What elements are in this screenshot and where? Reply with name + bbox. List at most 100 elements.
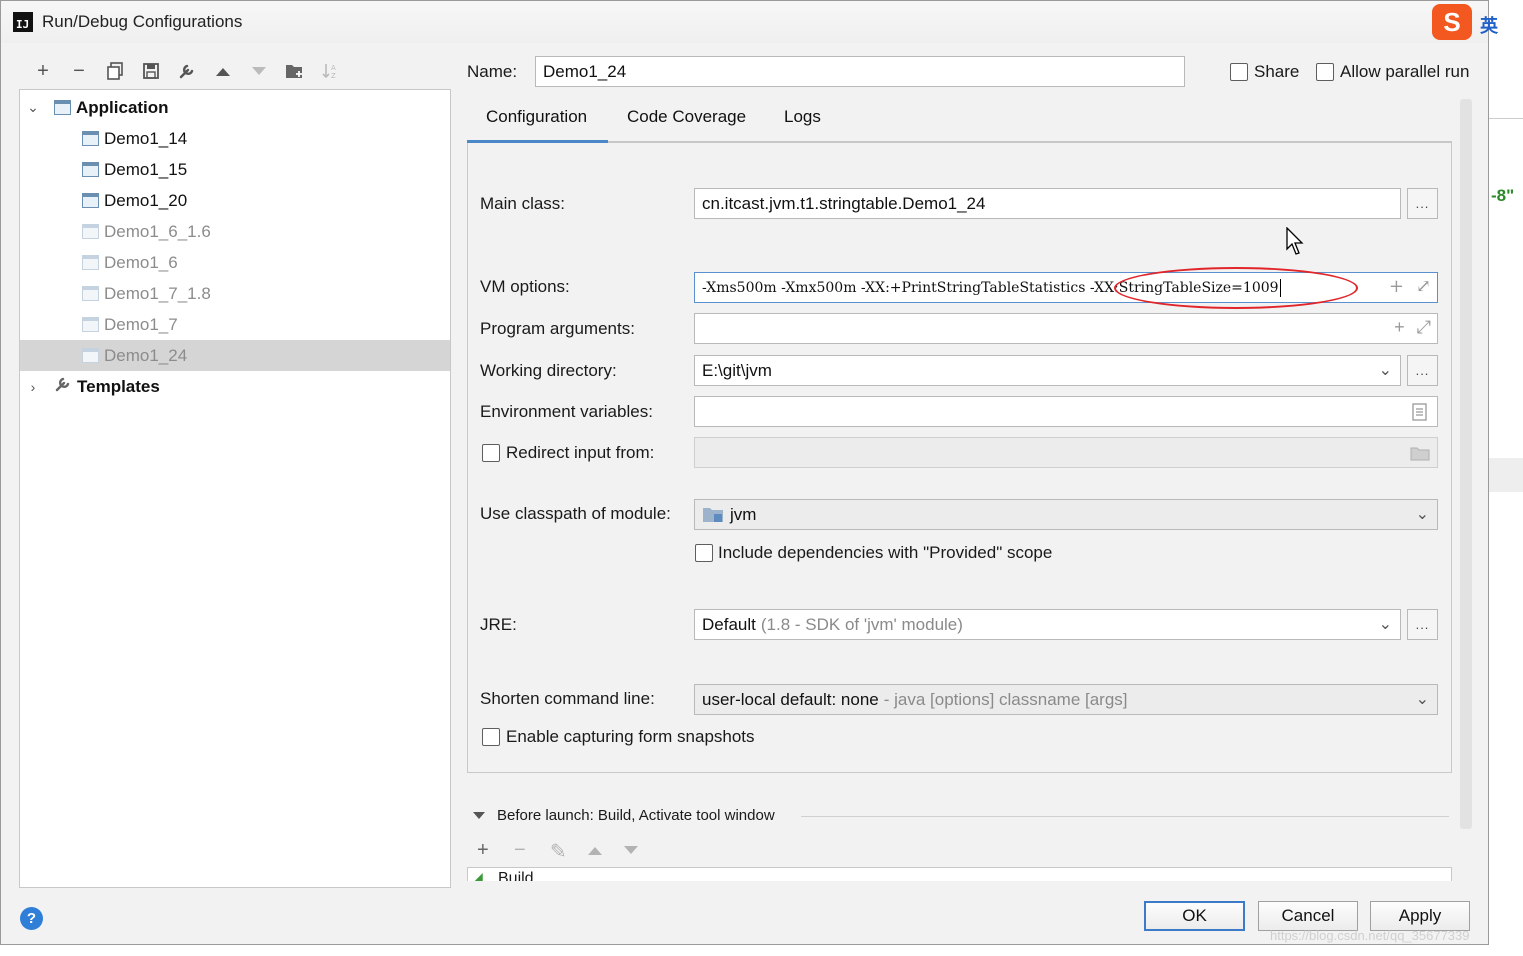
collapse-triangle-icon[interactable]: [472, 811, 486, 821]
build-item-label[interactable]: Build: [498, 870, 534, 881]
chevron-down-icon[interactable]: ⌄: [1379, 614, 1392, 634]
redirect-input-checkbox[interactable]: [482, 444, 500, 462]
config-icon: [82, 193, 99, 208]
plus-icon[interactable]: +: [1389, 276, 1404, 297]
sogou-ime-icon: S: [1432, 4, 1472, 40]
help-icon[interactable]: ?: [20, 907, 43, 930]
plus-icon[interactable]: +: [1394, 317, 1405, 338]
cancel-button[interactable]: Cancel: [1258, 901, 1358, 931]
program-args-input[interactable]: + ⤢: [694, 313, 1438, 344]
strip-block: [1489, 458, 1523, 492]
capture-snapshots-checkbox[interactable]: [482, 728, 500, 746]
title-bar: IJ Run/Debug Configurations: [1, 1, 1488, 43]
jre-select[interactable]: Default (1.8 - SDK of 'jvm' module) ⌄: [694, 609, 1401, 640]
tree-item[interactable]: Demo1_7_1.8: [20, 278, 450, 309]
dialog-title: Run/Debug Configurations: [42, 12, 243, 31]
working-dir-input[interactable]: E:\git\jvm ⌄: [694, 355, 1401, 386]
section-divider: [801, 816, 1449, 817]
name-input[interactable]: Demo1_24: [535, 56, 1185, 87]
chevron-down-icon[interactable]: ⌄: [1416, 504, 1429, 524]
tree-item[interactable]: Demo1_20: [20, 185, 450, 216]
arrow-down-icon[interactable]: [241, 57, 277, 85]
config-icon: [82, 286, 99, 301]
config-tree: ⌄ Application Demo1_14 Demo1_15 Demo1_20…: [19, 89, 451, 888]
working-dir-label: Working directory:: [480, 361, 617, 380]
tree-item[interactable]: Demo1_15: [20, 154, 450, 185]
plus-icon[interactable]: +: [25, 57, 61, 85]
wrench-icon[interactable]: [169, 57, 205, 85]
vertical-scrollbar[interactable]: [1460, 99, 1472, 829]
minus-icon[interactable]: −: [514, 839, 526, 862]
tree-item[interactable]: Demo1_6_1.6: [20, 216, 450, 247]
config-icon: [82, 224, 99, 239]
share-checkbox[interactable]: [1230, 63, 1248, 81]
arrow-down-icon[interactable]: [623, 844, 639, 856]
ime-mode-indicator: 英: [1480, 16, 1498, 36]
minus-icon[interactable]: −: [61, 57, 97, 85]
before-launch-list: ◢ Build: [467, 867, 1452, 881]
document-icon[interactable]: [1412, 403, 1427, 421]
arrow-up-icon[interactable]: [587, 844, 603, 856]
folder-icon: [1410, 447, 1430, 461]
wrench-icon: [54, 375, 72, 398]
tree-item-label: Demo1_6: [104, 252, 178, 272]
jre-hint: (1.8 - SDK of 'jvm' module): [760, 614, 963, 634]
shorten-cmd-label: Shorten command line:: [480, 689, 655, 708]
env-vars-input[interactable]: [694, 396, 1438, 427]
config-icon: [82, 255, 99, 270]
apply-button[interactable]: Apply: [1370, 901, 1470, 931]
vm-options-label: VM options:: [480, 277, 570, 296]
redirect-input-label: Redirect input from:: [506, 443, 655, 462]
allow-parallel-checkbox[interactable]: [1316, 63, 1334, 81]
jre-browse-button[interactable]: ...: [1407, 609, 1438, 640]
background-editor-strip: [1489, 0, 1523, 956]
main-class-browse-button[interactable]: ...: [1407, 188, 1438, 219]
tab-code-coverage[interactable]: Code Coverage: [627, 107, 746, 127]
jre-label: JRE:: [480, 615, 517, 634]
chevron-down-icon[interactable]: ⌄: [1379, 360, 1392, 380]
config-toolbar: + − AZ: [25, 57, 349, 85]
main-class-input[interactable]: cn.itcast.jvm.t1.stringtable.Demo1_24: [694, 188, 1401, 219]
expand-icon[interactable]: ⤢: [1416, 276, 1431, 297]
sort-icon[interactable]: AZ: [313, 57, 349, 85]
classpath-module-value: jvm: [730, 504, 757, 524]
working-dir-value: E:\git\jvm: [702, 360, 772, 380]
tree-item-selected[interactable]: Demo1_24: [20, 340, 450, 371]
tree-item-label: Demo1_24: [104, 345, 188, 365]
allow-parallel-label: Allow parallel run: [1340, 62, 1470, 81]
include-deps-checkbox[interactable]: [695, 544, 713, 562]
classpath-module-select[interactable]: jvm ⌄: [694, 499, 1438, 530]
folder-add-icon[interactable]: [277, 57, 313, 85]
tree-node-templates[interactable]: › Templates: [20, 371, 450, 402]
arrow-up-icon[interactable]: [205, 57, 241, 85]
chevron-down-icon[interactable]: ⌄: [1416, 689, 1429, 709]
tree-node-application[interactable]: ⌄ Application: [20, 92, 450, 123]
config-icon: [82, 317, 99, 332]
save-icon[interactable]: [133, 57, 169, 85]
tree-item-label: Demo1_14: [104, 128, 188, 148]
working-dir-browse-button[interactable]: ...: [1407, 355, 1438, 386]
tab-configuration[interactable]: Configuration: [486, 107, 587, 127]
watermark: https://blog.csdn.net/qq_35677339: [1270, 928, 1470, 943]
pencil-icon[interactable]: ✎: [550, 839, 567, 864]
editor-badge: -8": [1491, 186, 1515, 205]
expand-icon[interactable]: ⤢: [1417, 317, 1431, 338]
plus-icon[interactable]: +: [477, 839, 489, 862]
shorten-cmd-hint: - java [options] classname [args]: [883, 689, 1128, 709]
shorten-cmd-select[interactable]: user-local default: none - java [options…: [694, 684, 1438, 715]
run-debug-dialog: IJ Run/Debug Configurations + − AZ ⌄ App…: [0, 0, 1489, 945]
tree-item[interactable]: Demo1_14: [20, 123, 450, 154]
ok-button[interactable]: OK: [1144, 901, 1245, 931]
tree-item-label: Demo1_20: [104, 190, 188, 210]
tree-item[interactable]: Demo1_7: [20, 309, 450, 340]
tab-logs[interactable]: Logs: [784, 107, 821, 127]
env-vars-label: Environment variables:: [480, 402, 653, 421]
chevron-right-icon[interactable]: ›: [26, 379, 40, 395]
chevron-down-icon[interactable]: ⌄: [26, 99, 40, 116]
config-icon: [82, 348, 99, 363]
tree-item[interactable]: Demo1_6: [20, 247, 450, 278]
intellij-icon: IJ: [13, 12, 33, 32]
before-launch-label: Before launch: Build, Activate tool wind…: [497, 807, 775, 824]
module-folder-icon: [703, 507, 723, 522]
copy-icon[interactable]: [97, 57, 133, 85]
